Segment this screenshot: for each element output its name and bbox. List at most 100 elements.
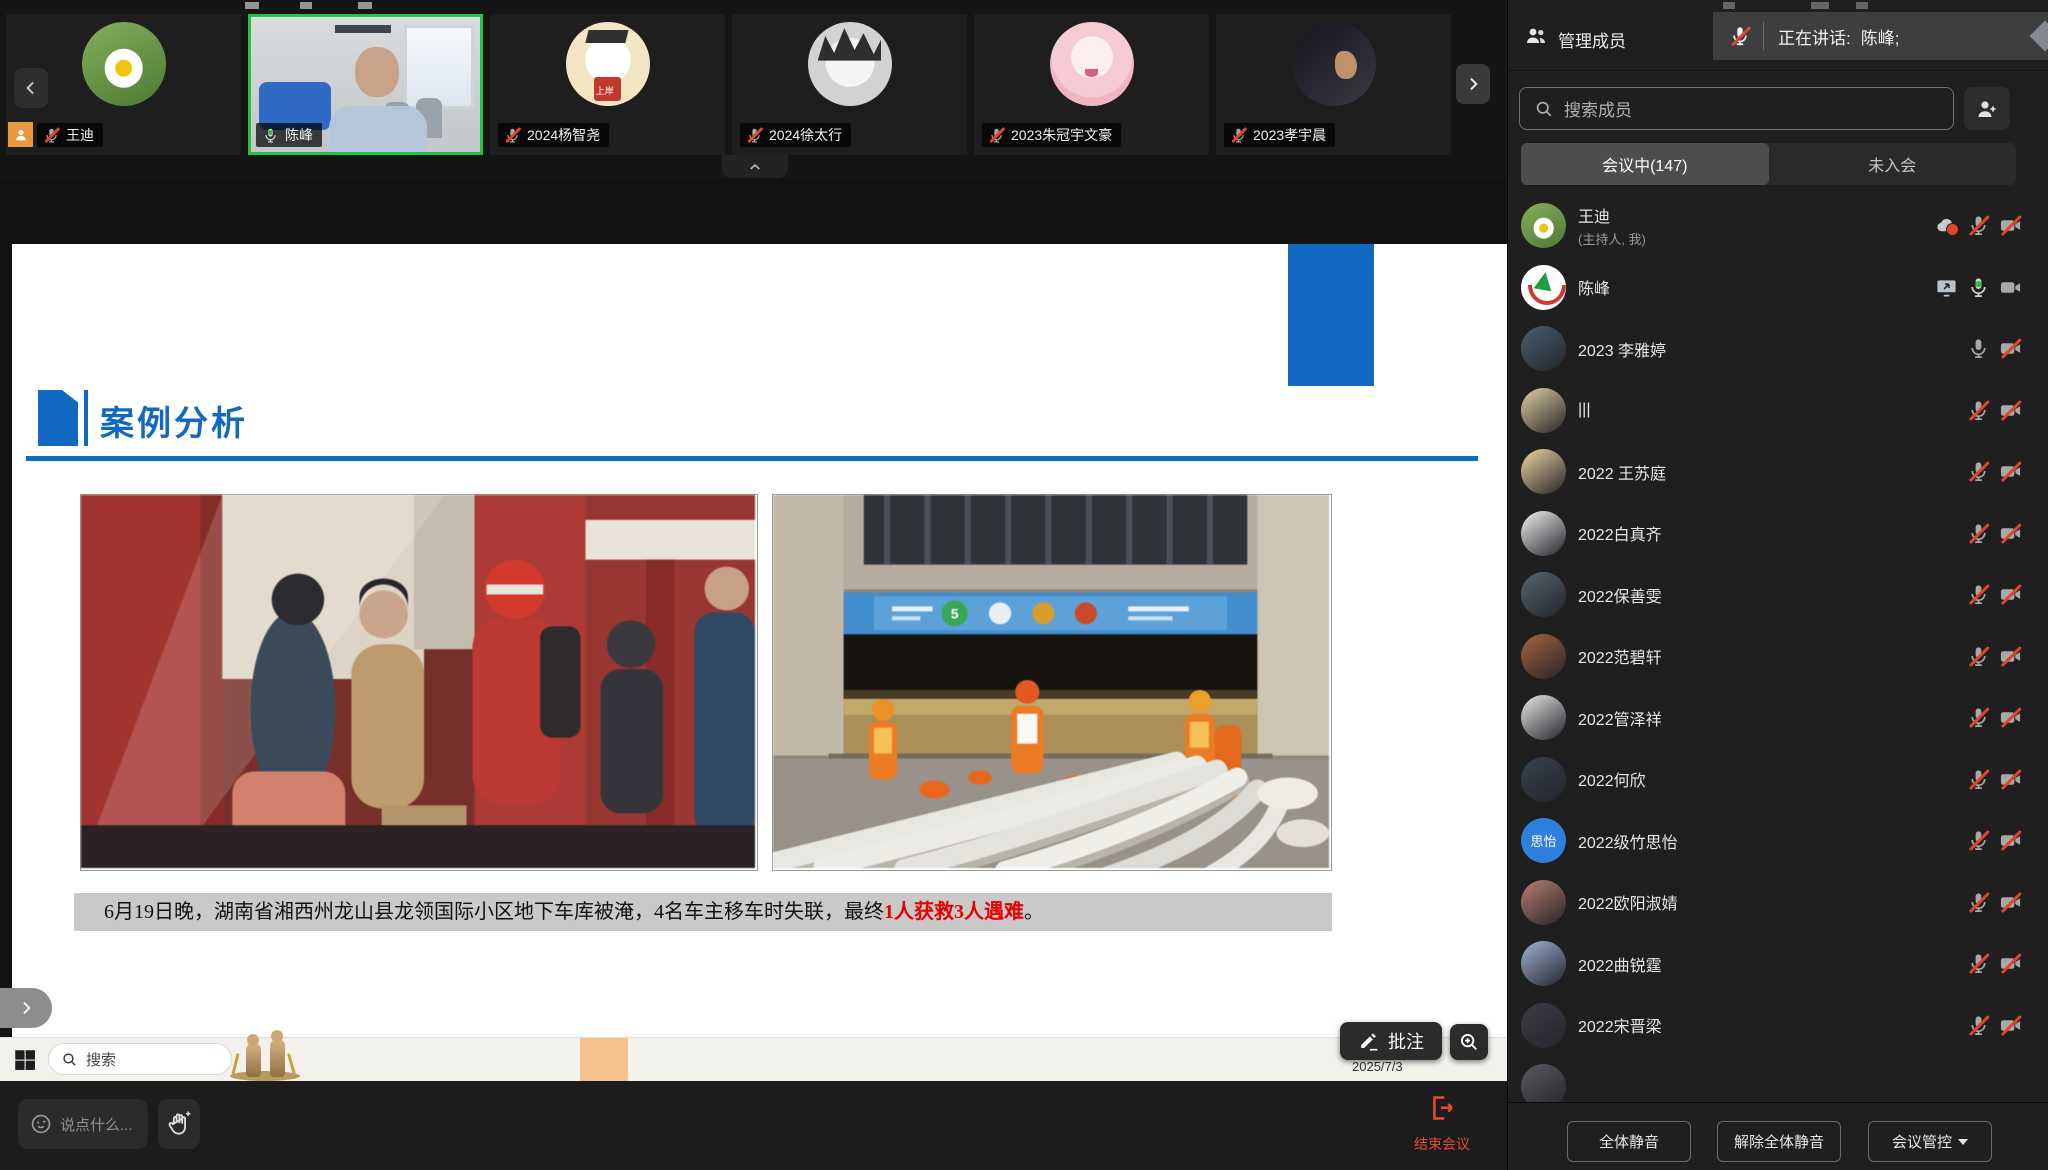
quick-chat-input[interactable]: 说点什么...: [18, 1099, 148, 1149]
camera-off-icon[interactable]: [1999, 952, 2022, 975]
slide-caption: 6月19日晚，湖南省湘西州龙山县龙领国际小区地下车库被淹，4名车主移车时失联，最…: [74, 893, 1332, 931]
member-row[interactable]: 2022 王苏庭: [1508, 441, 2048, 503]
member-row[interactable]: 2022保善雯: [1508, 564, 2048, 626]
mic-muted-icon[interactable]: [1967, 768, 1990, 791]
member-row[interactable]: 2022范碧轩: [1508, 626, 2048, 688]
member-avatar: [1521, 941, 1566, 986]
camera-off-icon[interactable]: [1999, 891, 2022, 914]
window-edge-fragment: [358, 2, 372, 9]
member-status-icons: [1967, 952, 2022, 975]
member-search-placeholder: 搜索成员: [1564, 96, 1632, 121]
quick-chat-placeholder: 说点什么...: [60, 1114, 133, 1135]
member-panel-footer: 全体静音 解除全体静音 会议管控: [1508, 1102, 2048, 1170]
member-row[interactable]: 2022宋晋梁: [1508, 995, 2048, 1057]
mic-icon[interactable]: [1967, 337, 1990, 360]
cloud-recording-icon[interactable]: [1935, 214, 1958, 237]
slide-title: 案例分析: [100, 396, 248, 445]
member-row[interactable]: 2022曲锐霆: [1508, 933, 2048, 995]
tab-in-meeting[interactable]: 会议中(147): [1521, 143, 1769, 185]
end-meeting-label: 结束会议: [1414, 1134, 1470, 1154]
video-tile-2023孝宇晨[interactable]: 2023孝宇晨: [1216, 14, 1451, 155]
strip-scroll-left-button[interactable]: [14, 68, 48, 108]
speaking-label: 正在讲话:: [1778, 24, 1851, 49]
member-row[interactable]: 2022白真齐: [1508, 503, 2048, 565]
mic-muted-icon[interactable]: [1967, 952, 1990, 975]
member-row[interactable]: 2023 李雅婷: [1508, 318, 2048, 380]
mic-muted-icon[interactable]: [1967, 522, 1990, 545]
member-name: 2022曲锐霆: [1578, 952, 1967, 976]
camera-off-icon[interactable]: [1999, 399, 2022, 422]
raise-hand-button[interactable]: [158, 1099, 200, 1149]
member-status-icons: [1967, 337, 2022, 360]
zoom-in-button[interactable]: [1450, 1024, 1488, 1060]
camera-off-icon[interactable]: [1999, 522, 2022, 545]
member-name: 陈峰: [1578, 275, 1935, 299]
exit-door-icon: [1428, 1094, 1456, 1122]
people-icon: [1524, 24, 1548, 48]
mic-muted-icon[interactable]: [1967, 460, 1990, 483]
mic-muted-icon[interactable]: [1967, 645, 1990, 668]
camera-off-icon[interactable]: [1999, 829, 2022, 852]
member-name: 2022欧阳淑婧: [1578, 890, 1967, 914]
avatar: [1050, 22, 1134, 106]
avatar: 上岸: [566, 22, 650, 106]
mic-muted-icon[interactable]: [1967, 583, 1990, 606]
member-search-input[interactable]: 搜索成员: [1519, 87, 1954, 130]
member-row[interactable]: 2022何欣: [1508, 749, 2048, 811]
mute-all-button[interactable]: 全体静音: [1567, 1121, 1691, 1162]
mic-muted-icon[interactable]: [1967, 399, 1990, 422]
mic-muted-icon[interactable]: [1967, 829, 1990, 852]
mic-muted-icon[interactable]: [1967, 214, 1990, 237]
camera-off-icon[interactable]: [1999, 583, 2022, 606]
screen-sharing-icon[interactable]: [1935, 276, 1958, 299]
member-row[interactable]: 思怡2022级竹思怡: [1508, 810, 2048, 872]
annotate-button[interactable]: 批注: [1340, 1022, 1442, 1060]
search-icon: [1534, 99, 1554, 119]
taskbar-search-placeholder: 搜索: [86, 1049, 116, 1070]
video-tile-2023朱冠宇文豪[interactable]: 2023朱冠宇文豪: [974, 14, 1209, 155]
participant-video-tiles: 王迪 陈峰上岸2024杨智尧2024徐太行2023朱冠宇文豪2023孝宇晨: [6, 14, 1451, 155]
mic-muted-icon[interactable]: [1967, 706, 1990, 729]
mic-muted-icon: [504, 127, 521, 144]
member-row[interactable]: 2022管泽祥: [1508, 687, 2048, 749]
member-row[interactable]: 王迪(主持人, 我): [1508, 195, 2048, 257]
mic-muted-icon[interactable]: [1967, 891, 1990, 914]
add-member-button[interactable]: [1964, 87, 2010, 130]
camera-off-icon[interactable]: [1999, 706, 2022, 729]
member-name: 2022保善雯: [1578, 583, 1967, 607]
member-panel-title: 管理成员: [1558, 27, 1626, 52]
mic-active-icon[interactable]: [1967, 276, 1990, 299]
member-name: 2023 李雅婷: [1578, 337, 1967, 361]
camera-off-icon[interactable]: [1999, 337, 2022, 360]
video-tile-2024杨智尧[interactable]: 上岸2024杨智尧: [490, 14, 725, 155]
participant-name: 陈峰: [285, 126, 313, 144]
camera-off-icon[interactable]: [1999, 214, 2022, 237]
unmute-all-button[interactable]: 解除全体静音: [1717, 1121, 1841, 1162]
mic-muted-icon[interactable]: [1967, 1014, 1990, 1037]
member-row[interactable]: 2022欧阳淑婧: [1508, 872, 2048, 934]
meeting-control-button[interactable]: 会议管控: [1868, 1121, 1992, 1162]
video-tile-陈峰[interactable]: 陈峰: [248, 14, 483, 155]
member-avatar: [1521, 880, 1566, 925]
slideshow-next-button[interactable]: [0, 988, 52, 1028]
strip-scroll-right-button[interactable]: [1456, 64, 1490, 104]
tab-not-joined[interactable]: 未入会: [1769, 143, 2017, 185]
camera-off-icon[interactable]: [1999, 1014, 2022, 1037]
sand-mound: [230, 1071, 300, 1081]
strip-collapse-button[interactable]: [722, 155, 788, 178]
end-meeting-button[interactable]: 结束会议: [1392, 1088, 1492, 1162]
video-tile-2024徐太行[interactable]: 2024徐太行: [732, 14, 967, 155]
camera-off-icon[interactable]: [1999, 768, 2022, 791]
camera-off-icon[interactable]: [1999, 645, 2022, 668]
document-icon: [38, 390, 78, 446]
member-status-icons: [1967, 399, 2022, 422]
taskbar-search-box[interactable]: 搜索: [48, 1043, 232, 1075]
taskbar-date[interactable]: 2025/7/3: [1352, 1059, 1403, 1074]
member-row[interactable]: |||: [1508, 380, 2048, 442]
avatar: [82, 22, 166, 106]
start-button[interactable]: [12, 1047, 38, 1073]
camera-off-icon[interactable]: [1999, 460, 2022, 483]
member-status-icons: [1967, 645, 2022, 668]
member-row[interactable]: 陈峰: [1508, 257, 2048, 319]
camera-on-icon[interactable]: [1999, 276, 2022, 299]
